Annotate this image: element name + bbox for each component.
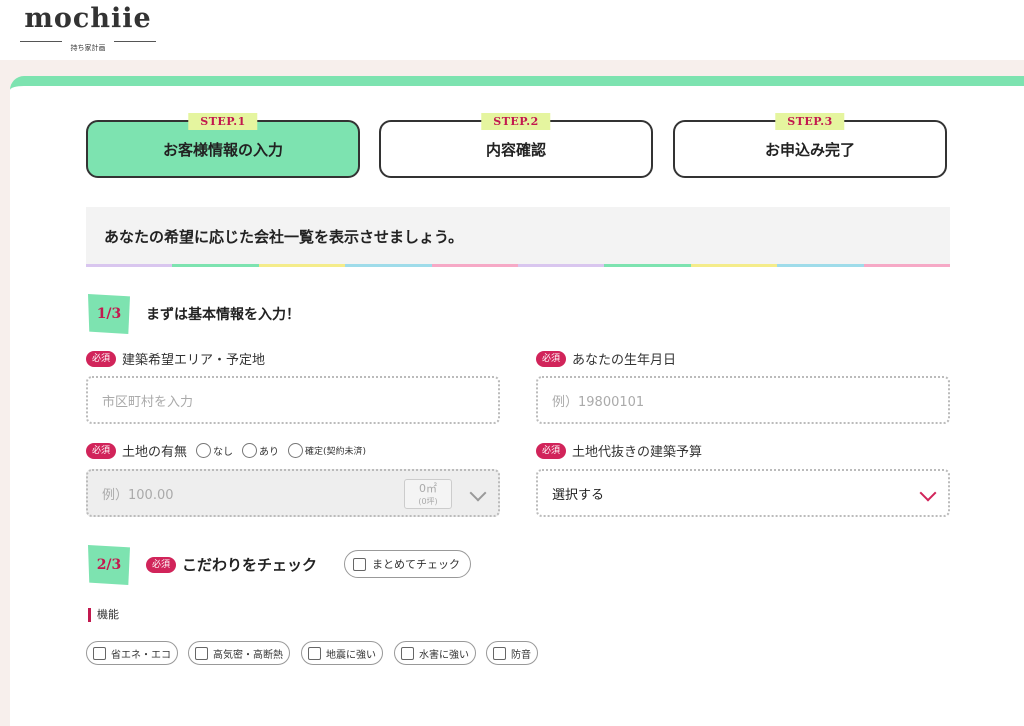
step-3: STEP.3 お申込み完了 [673, 113, 947, 178]
checkbox-icon [353, 557, 366, 571]
feature-insulation[interactable]: 高気密・高断熱 [188, 641, 290, 665]
step-3-tag: STEP.3 [775, 113, 845, 130]
check-all-button[interactable]: まとめてチェック [344, 550, 471, 578]
logo-text: mochiie [24, 3, 152, 34]
required-badge: 必須 [86, 442, 117, 459]
site-logo[interactable]: mochiie 持ち家計画 [18, 3, 158, 52]
feature-soundproof[interactable]: 防音 [486, 641, 538, 665]
intro-banner: あなたの希望に応じた会社一覧を表示させましょう。 [86, 207, 950, 265]
step-2-tag: STEP.2 [481, 113, 551, 130]
feature-flood[interactable]: 水害に強い [394, 641, 476, 665]
function-category-label: 機能 [88, 608, 119, 622]
section-2-title: こだわりをチェック [182, 556, 318, 574]
required-badge: 必須 [536, 442, 567, 459]
section-2-number: 2/3 [88, 545, 130, 585]
step-1-tag: STEP.1 [188, 113, 258, 130]
site-header: mochiie 持ち家計画 [0, 0, 1024, 60]
required-badge: 必須 [86, 350, 117, 367]
section-1-number: 1/3 [88, 294, 130, 334]
step-2-label: 内容確認 [485, 140, 546, 159]
budget-select[interactable]: 選択する [536, 469, 950, 517]
area-label: 必須 建築希望エリア・予定地 [86, 349, 265, 368]
budget-label: 必須 土地代抜きの建築予算 [536, 441, 702, 460]
section-2-heading: 必須 こだわりをチェック [146, 554, 317, 575]
radio-confirmed[interactable]: 確定(契約未済) [288, 443, 366, 458]
area-input[interactable]: 市区町村を入力 [86, 376, 500, 424]
land-label: 必須 土地の有無 なし あり 確定(契約未済) [86, 441, 366, 460]
logo-tagline: 持ち家計画 [18, 35, 158, 52]
section-1-title: まずは基本情報を入力！ [146, 307, 300, 323]
unit-display: 0㎡ (0坪) [404, 479, 452, 509]
birth-label: 必須 あなたの生年月日 [536, 349, 676, 368]
step-1-label: お客様情報の入力 [162, 140, 283, 159]
step-1: STEP.1 お客様情報の入力 [86, 113, 360, 178]
rainbow-divider [86, 264, 951, 267]
birthdate-input[interactable]: 例）19800101 [536, 376, 950, 424]
chevron-down-icon [469, 484, 487, 502]
required-badge: 必須 [146, 556, 177, 573]
required-badge: 必須 [536, 350, 567, 367]
land-area-input[interactable]: 例）100.00 0㎡ (0坪) [86, 469, 500, 517]
radio-yes[interactable]: あり [242, 443, 279, 458]
feature-eco[interactable]: 省エネ・エコ [86, 641, 178, 665]
feature-earthquake[interactable]: 地震に強い [301, 641, 383, 665]
radio-none[interactable]: なし [196, 443, 233, 458]
step-2: STEP.2 内容確認 [379, 113, 653, 178]
chevron-down-icon [919, 484, 937, 502]
step-3-label: お申込み完了 [764, 140, 855, 159]
